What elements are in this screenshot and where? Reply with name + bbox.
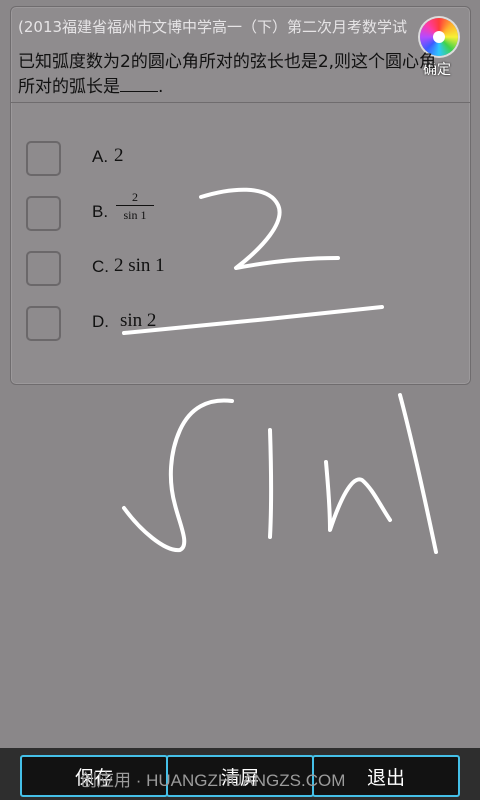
ink-stroke-2: [199, 187, 340, 270]
ink-stroke-l: [398, 393, 438, 554]
save-button[interactable]: 保存: [20, 755, 168, 797]
exit-button[interactable]: 退出: [312, 755, 460, 797]
ink-stroke-underline: [122, 305, 384, 335]
ink-stroke-s: [122, 398, 234, 553]
ink-stroke-i: [268, 428, 274, 539]
ink-stroke-n: [324, 460, 392, 532]
handwriting-canvas[interactable]: [0, 0, 480, 800]
clear-button[interactable]: 清屏: [166, 755, 314, 797]
